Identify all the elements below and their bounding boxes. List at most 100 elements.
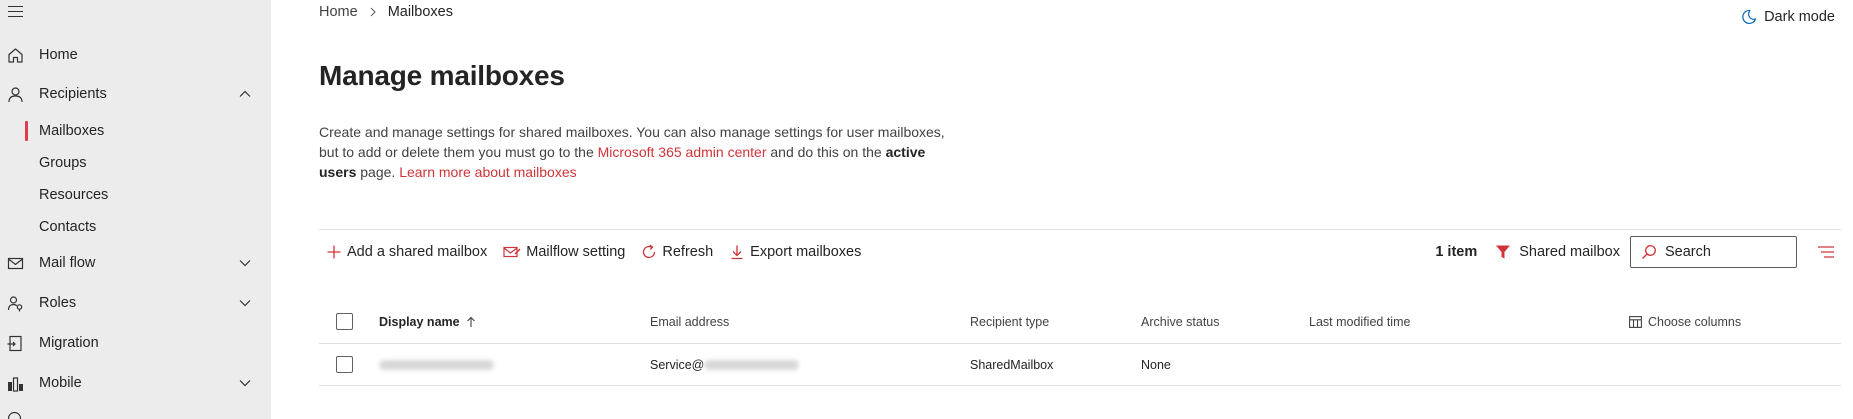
- download-icon: [731, 245, 743, 260]
- dark-mode-toggle[interactable]: Dark mode: [1741, 9, 1835, 25]
- column-header-archive-status[interactable]: Archive status: [1141, 300, 1220, 343]
- refresh-icon: [643, 244, 656, 259]
- description-text: page.: [356, 164, 400, 180]
- nav-item-home[interactable]: Home: [0, 38, 271, 72]
- refresh-label: Refresh: [662, 244, 714, 260]
- chevron-down-icon[interactable]: [238, 296, 252, 310]
- chevron-down-icon[interactable]: [238, 376, 252, 390]
- archive-status-cell: None: [1141, 344, 1171, 385]
- sort-ascending-icon: [466, 316, 475, 327]
- choose-columns-button[interactable]: Choose columns: [1629, 300, 1741, 343]
- nav-item-label: Mobile: [39, 375, 82, 391]
- home-icon: [6, 46, 24, 64]
- recipient-type-value: SharedMailbox: [970, 357, 1054, 372]
- column-header-label: Archive status: [1141, 314, 1220, 329]
- filter-icon: [1496, 245, 1511, 259]
- description-text: and do this on the: [766, 144, 886, 160]
- export-mailboxes-button[interactable]: Export mailboxes: [729, 244, 861, 260]
- sidebar-item-label: Groups: [39, 155, 87, 171]
- sidebar-item-label: Mailboxes: [39, 123, 105, 139]
- dark-mode-label: Dark mode: [1764, 9, 1835, 25]
- row-checkbox[interactable]: [336, 356, 353, 373]
- column-header-label: Email address: [650, 314, 730, 329]
- sidebar-item-label: Contacts: [39, 219, 97, 235]
- export-mailboxes-label: Export mailboxes: [750, 244, 862, 260]
- mailflow-setting-label: Mailflow setting: [526, 244, 626, 260]
- refresh-button[interactable]: Refresh: [641, 244, 713, 260]
- nav-item-recipients[interactable]: Recipients: [0, 77, 271, 111]
- chevron-up-icon[interactable]: [238, 87, 252, 101]
- nav-item-mail-flow[interactable]: Mail flow: [0, 246, 271, 280]
- selection-indicator: [25, 121, 28, 141]
- choose-columns-label: Choose columns: [1648, 314, 1742, 329]
- mailflow-setting-button[interactable]: Mailflow setting: [503, 244, 625, 260]
- sidebar-item-contacts[interactable]: Contacts: [0, 212, 271, 242]
- mail-settings-icon: [503, 246, 521, 258]
- mailboxes-table: Display name Email address Recipient typ…: [319, 300, 1841, 386]
- select-all-checkbox[interactable]: [336, 313, 353, 330]
- add-shared-mailbox-button[interactable]: Add a shared mailbox: [326, 244, 487, 260]
- breadcrumb-home-link[interactable]: Home: [319, 4, 358, 20]
- person-icon: [6, 85, 24, 103]
- roles-icon: [6, 294, 24, 312]
- mobile-icon: [6, 374, 24, 392]
- page-title: Manage mailboxes: [319, 60, 565, 91]
- column-header-label: Recipient type: [970, 314, 1050, 329]
- page-description: Create and manage settings for shared ma…: [319, 122, 959, 182]
- chevron-down-icon[interactable]: [238, 256, 252, 270]
- left-navigation: Home Recipients Mailboxes Groups Resourc…: [0, 0, 271, 419]
- redacted-display-name: [379, 359, 494, 370]
- mail-icon: [6, 254, 24, 272]
- command-bar-right: 1 item Shared mailbox: [1435, 236, 1835, 268]
- breadcrumb: Home Mailboxes: [319, 4, 453, 20]
- nav-item-label: Mail flow: [39, 255, 96, 271]
- breadcrumb-current: Mailboxes: [387, 4, 453, 20]
- column-header-last-modified[interactable]: Last modified time: [1309, 300, 1410, 343]
- nav-item-label: Roles: [39, 295, 77, 311]
- nav-item-migration[interactable]: Migration: [0, 326, 271, 360]
- filter-label: Shared mailbox: [1519, 244, 1620, 260]
- learn-more-link[interactable]: Learn more about mailboxes: [399, 164, 576, 180]
- command-bar: Add a shared mailbox Mailflow setting Re…: [326, 240, 877, 264]
- chevron-right-icon: [370, 7, 376, 17]
- search-box[interactable]: [1630, 236, 1797, 268]
- recipient-type-cell: SharedMailbox: [970, 344, 1053, 385]
- column-header-label: Display name: [379, 314, 460, 329]
- table-header-row: Display name Email address Recipient typ…: [319, 300, 1841, 344]
- sidebar-item-mailboxes[interactable]: Mailboxes: [0, 116, 271, 146]
- column-header-display-name[interactable]: Display name: [379, 300, 476, 343]
- search-input[interactable]: [1665, 244, 1775, 260]
- sidebar-item-groups[interactable]: Groups: [0, 148, 271, 178]
- nav-item-mobile[interactable]: Mobile: [0, 366, 271, 400]
- column-header-email[interactable]: Email address: [650, 300, 729, 343]
- sidebar-item-resources[interactable]: Resources: [0, 180, 271, 210]
- hamburger-menu-icon[interactable]: [8, 6, 24, 22]
- email-prefix: Service@: [650, 357, 705, 372]
- nav-item-label: Recipients: [39, 86, 107, 102]
- redacted-email-domain: [704, 359, 800, 370]
- display-name-cell[interactable]: [379, 344, 494, 385]
- column-header-label: Last modified time: [1309, 314, 1411, 329]
- sidebar-item-label: Resources: [39, 187, 109, 203]
- item-count: 1 item: [1435, 244, 1478, 260]
- table-row[interactable]: Service@ SharedMailbox None: [319, 344, 1841, 386]
- add-shared-mailbox-label: Add a shared mailbox: [347, 244, 488, 260]
- divider: [319, 229, 1841, 230]
- admin-center-link[interactable]: Microsoft 365 admin center: [598, 144, 767, 160]
- column-header-recipient-type[interactable]: Recipient type: [970, 300, 1049, 343]
- add-icon: [327, 245, 341, 259]
- archive-status-value: None: [1141, 357, 1171, 372]
- partial-nav-icon: [6, 410, 23, 419]
- migration-icon: [6, 334, 24, 352]
- row-checkbox-cell: [336, 344, 353, 385]
- columns-icon: [1629, 315, 1642, 328]
- select-all-checkbox-cell: [336, 300, 353, 343]
- search-icon: [1642, 245, 1656, 259]
- nav-item-label: Home: [39, 47, 78, 63]
- moon-icon: [1742, 9, 1757, 25]
- filter-button[interactable]: Shared mailbox: [1495, 244, 1620, 260]
- nav-item-roles[interactable]: Roles: [0, 286, 271, 320]
- nav-item-label: Migration: [39, 335, 99, 351]
- email-cell: Service@: [650, 344, 800, 385]
- group-view-icon[interactable]: [1817, 245, 1835, 259]
